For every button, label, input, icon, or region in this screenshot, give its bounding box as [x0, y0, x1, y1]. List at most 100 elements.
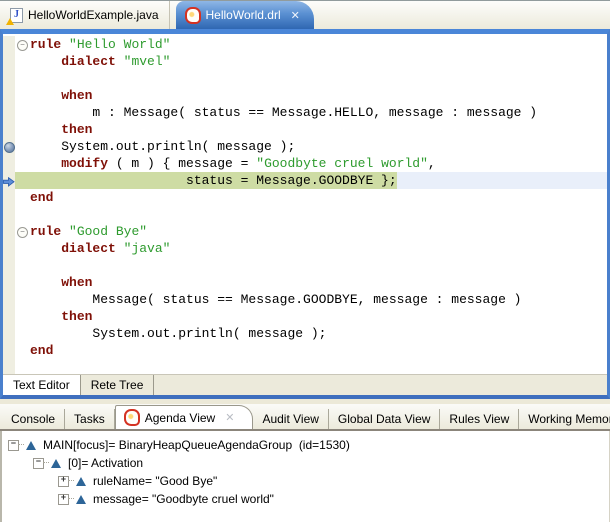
- code-text: when: [30, 87, 92, 104]
- breakpoint-icon[interactable]: [4, 142, 15, 153]
- expander-plus-icon[interactable]: +: [58, 494, 69, 505]
- warning-overlay-icon: [6, 18, 14, 25]
- fold-gutter: [15, 240, 30, 257]
- expander-minus-icon[interactable]: −: [33, 458, 44, 469]
- code-token: [30, 241, 61, 256]
- code-text: rule "Good Bye": [30, 223, 147, 240]
- view-tab-tasks[interactable]: Tasks: [65, 409, 115, 429]
- code-token: "Hello World": [69, 37, 170, 52]
- tree-item[interactable]: −MAIN[focus]= BinaryHeapQueueAgendaGroup…: [2, 436, 609, 454]
- code-line: rule "Good Bye": [3, 223, 607, 240]
- marker-gutter[interactable]: [3, 70, 15, 87]
- fold-gutter: [15, 121, 30, 138]
- code-token: [30, 54, 61, 69]
- activation-icon: [51, 459, 61, 468]
- marker-gutter[interactable]: [3, 206, 15, 223]
- marker-gutter[interactable]: [3, 87, 15, 104]
- view-tab-global-data-view[interactable]: Global Data View: [329, 409, 441, 429]
- marker-gutter[interactable]: [3, 36, 15, 53]
- fold-gutter: [15, 325, 30, 342]
- fold-gutter: [15, 223, 30, 240]
- code-token: [61, 37, 69, 52]
- fold-gutter: [15, 104, 30, 121]
- code-text: status = Message.GOODBYE };: [30, 172, 397, 189]
- view-tab-working-memory-view[interactable]: Working Memory View: [519, 409, 610, 429]
- code-text: end: [30, 189, 53, 206]
- fold-gutter: [15, 70, 30, 87]
- marker-gutter[interactable]: [3, 240, 15, 257]
- marker-gutter[interactable]: [3, 138, 15, 155]
- code-token: [30, 309, 61, 324]
- view-tab-audit-view[interactable]: Audit View: [253, 409, 328, 429]
- marker-gutter[interactable]: [3, 53, 15, 70]
- marker-gutter[interactable]: [3, 189, 15, 206]
- code-text: modify ( m ) { message = "Goodbyte cruel…: [30, 155, 436, 172]
- code-line: then: [3, 308, 607, 325]
- code-token: [30, 156, 61, 171]
- editor-tab-label: HelloWorldExample.java: [28, 8, 159, 22]
- tree-item[interactable]: −[0]= Activation: [2, 454, 609, 472]
- marker-gutter[interactable]: [3, 155, 15, 172]
- property-icon: [76, 495, 86, 504]
- code-token: "java": [124, 241, 171, 256]
- code-token: "Good Bye": [69, 224, 147, 239]
- marker-gutter[interactable]: [3, 325, 15, 342]
- code-token: System.out.println( message );: [30, 326, 326, 341]
- code-token: dialect: [61, 241, 116, 256]
- marker-gutter[interactable]: [3, 104, 15, 121]
- code-line: Message( status == Message.GOODBYE, mess…: [3, 291, 607, 308]
- code-text: then: [30, 121, 92, 138]
- page-tab-rete-tree[interactable]: Rete Tree: [81, 375, 155, 395]
- fold-gutter: [15, 189, 30, 206]
- marker-gutter[interactable]: [3, 308, 15, 325]
- code-text: then: [30, 308, 92, 325]
- fold-gutter: [15, 274, 30, 291]
- view-tab-rules-view[interactable]: Rules View: [440, 409, 519, 429]
- fold-collapse-icon[interactable]: [17, 227, 28, 238]
- fold-gutter: [15, 342, 30, 359]
- expander-minus-icon[interactable]: −: [8, 440, 19, 451]
- view-tab-agenda-view[interactable]: Agenda View✕: [115, 405, 254, 429]
- code-editor[interactable]: rule "Hello World" dialect "mvel" when m…: [3, 34, 607, 374]
- close-icon[interactable]: ✕: [225, 411, 234, 424]
- code-token: [30, 275, 61, 290]
- close-icon[interactable]: ✕: [291, 9, 300, 22]
- marker-gutter[interactable]: [3, 223, 15, 240]
- marker-gutter[interactable]: [3, 257, 15, 274]
- editor-tab-label: HelloWorld.drl: [206, 8, 281, 22]
- marker-gutter[interactable]: [3, 172, 15, 189]
- fold-gutter: [15, 206, 30, 223]
- code-text: end: [30, 342, 53, 359]
- page-tab-text-editor[interactable]: Text Editor: [3, 375, 81, 395]
- view-tab-label: Global Data View: [338, 412, 431, 426]
- code-line: then: [3, 121, 607, 138]
- code-text: dialect "java": [30, 240, 170, 257]
- editor-tab-helloworldexample-java[interactable]: HelloWorldExample.java: [0, 1, 170, 29]
- view-tab-console[interactable]: Console: [2, 409, 65, 429]
- eclipse-drools-debug-window: { "colors":{ "active_tab_blue_top":"#8fb…: [0, 0, 610, 512]
- tree-item-label: message= "Goodbyte cruel world": [93, 492, 274, 506]
- view-tab-label: Audit View: [262, 412, 318, 426]
- code-token: [61, 224, 69, 239]
- marker-gutter[interactable]: [3, 291, 15, 308]
- code-token: "Goodbyte cruel world": [256, 156, 428, 171]
- code-text: System.out.println( message );: [30, 325, 326, 342]
- code-token: [116, 241, 124, 256]
- marker-gutter[interactable]: [3, 274, 15, 291]
- marker-gutter[interactable]: [3, 342, 15, 359]
- editor-tab-helloworld-drl[interactable]: HelloWorld.drl ✕: [176, 1, 314, 29]
- code-token: "mvel": [124, 54, 171, 69]
- fold-collapse-icon[interactable]: [17, 40, 28, 51]
- expander-plus-icon[interactable]: +: [58, 476, 69, 487]
- tree-item[interactable]: +ruleName= "Good Bye": [2, 472, 609, 490]
- fold-gutter: [15, 172, 30, 189]
- console-view-tab-bar: Console Tasks Agenda View✕ Audit View Global…: [0, 404, 610, 431]
- view-tab-label: Tasks: [74, 412, 105, 426]
- code-line: end: [3, 342, 607, 359]
- tree-item[interactable]: + message= "Goodbyte cruel world": [2, 490, 609, 508]
- code-token: [30, 88, 61, 103]
- code-token: ,: [428, 156, 436, 171]
- code-token: when: [61, 275, 92, 290]
- marker-gutter[interactable]: [3, 121, 15, 138]
- editor-tab-bar: HelloWorldExample.java HelloWorld.drl ✕: [0, 0, 610, 29]
